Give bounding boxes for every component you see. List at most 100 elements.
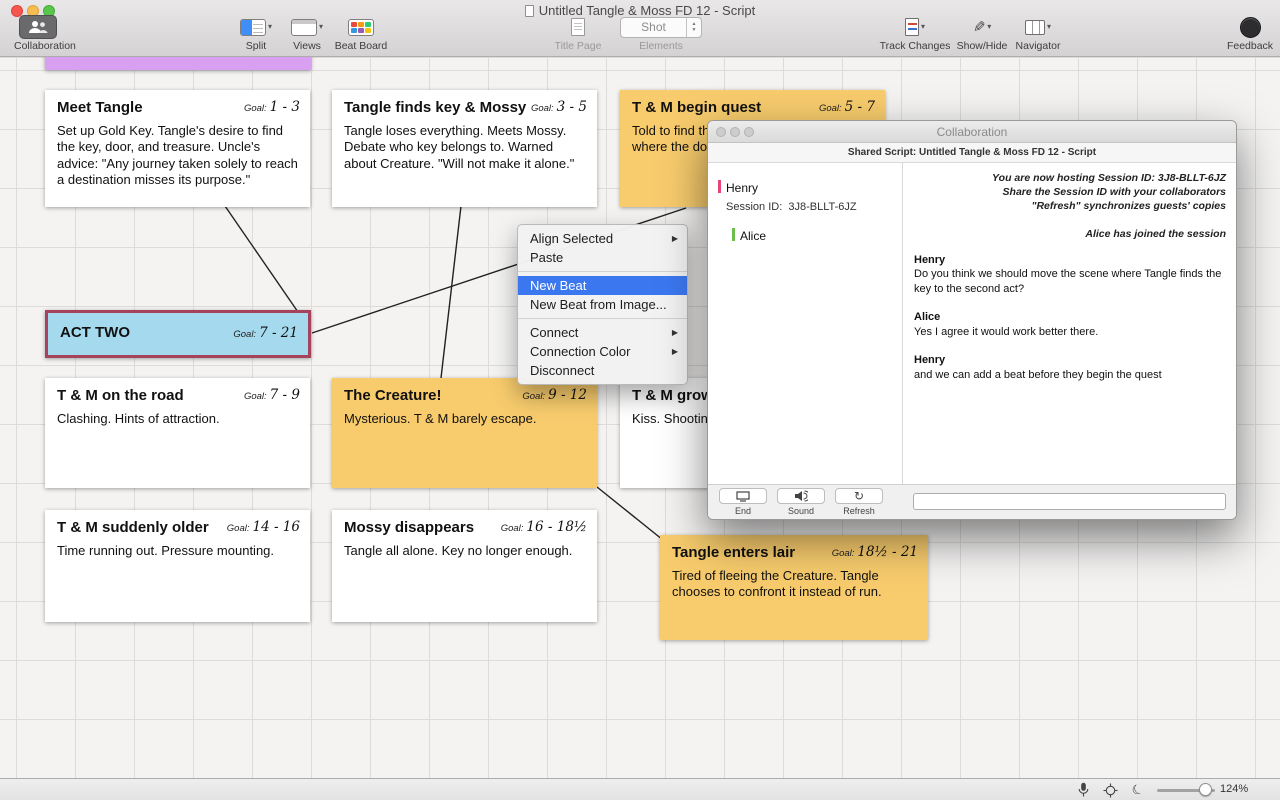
navigator-icon — [1025, 20, 1045, 35]
beat-body: Tangle all alone. Key no longer enough. — [344, 543, 585, 559]
split-view-icon — [240, 19, 266, 36]
collaboration-footer: End Sound ↻ Refresh — [708, 484, 1236, 519]
menu-item-disconnect[interactable]: Disconnect — [518, 361, 687, 380]
zoom-percentage: 124% — [1220, 783, 1248, 795]
menu-item-connect[interactable]: Connect▶ — [518, 323, 687, 342]
feedback-label: Feedback — [1224, 40, 1276, 52]
end-button[interactable]: End — [718, 488, 768, 516]
track-changes-label: Track Changes — [878, 40, 952, 52]
beat-body: Mysterious. T & M barely escape. — [344, 411, 585, 427]
pen-icon: ✎ — [973, 18, 986, 36]
beat-board-icon — [348, 19, 374, 36]
participant-color-bar — [732, 228, 735, 241]
navigator-button[interactable]: ▾ Navigator — [1010, 14, 1066, 54]
chat-input[interactable] — [913, 493, 1226, 510]
document-icon — [525, 5, 534, 17]
views-button[interactable]: ▾ Views — [284, 14, 330, 54]
collaboration-window-title: Collaboration — [708, 121, 1236, 143]
collaboration-window: Collaboration Shared Script: Untitled Ta… — [707, 120, 1237, 520]
close-button[interactable] — [716, 127, 726, 137]
split-button[interactable]: ▾ Split — [230, 14, 282, 54]
menu-separator — [518, 271, 687, 272]
session-id: Session ID: 3J8-BLLT-6JZ — [726, 201, 857, 213]
participants-panel: Henry Session ID: 3J8-BLLT-6JZ Alice — [708, 163, 903, 484]
people-icon — [28, 20, 48, 34]
beat-goal: Goal:3 - 5 — [531, 98, 587, 116]
feedback-button[interactable]: Feedback — [1224, 14, 1276, 54]
shot-value: Shot — [621, 20, 686, 34]
split-label: Split — [230, 40, 282, 52]
beat-goal: Goal:18½ - 21 — [832, 543, 918, 561]
beat-body: Clashing. Hints of attraction. — [57, 411, 298, 427]
participant-henry: Henry — [718, 179, 758, 197]
beat-goal: Goal:14 - 16 — [227, 518, 300, 536]
beat-card-tangle-finds-key[interactable]: Tangle finds key & Mossy Goal:3 - 5 Tang… — [332, 90, 597, 207]
title-page-label: Title Page — [552, 40, 604, 52]
navigator-label: Navigator — [1010, 40, 1066, 52]
beat-card-the-creature[interactable]: The Creature! Goal:9 - 12 Mysterious. T … — [332, 378, 597, 488]
target-crosshair-icon[interactable] — [1101, 781, 1119, 799]
speaker-icon — [794, 490, 808, 502]
participant-name: Henry — [726, 181, 758, 195]
chevron-down-icon: ▾ — [268, 23, 272, 31]
titlebar-toolbar: Untitled Tangle & Moss FD 12 - Script Co… — [0, 0, 1280, 57]
beat-card-mossy-disappears[interactable]: Mossy disappears Goal:16 - 18½ Tangle al… — [332, 510, 597, 622]
beat-card-enters-lair[interactable]: Tangle enters lair Goal:18½ - 21 Tired o… — [660, 535, 928, 640]
show-hide-button[interactable]: ✎▾ Show/Hide — [954, 14, 1010, 54]
track-changes-button[interactable]: ▾ Track Changes — [878, 14, 952, 54]
collaboration-button[interactable]: Collaboration — [14, 14, 62, 54]
status-bar: ☾ 124% — [0, 778, 1280, 800]
title-page-icon — [571, 18, 585, 36]
zoom-slider-knob[interactable] — [1199, 783, 1212, 796]
beat-body: Tangle loses everything. Meets Mossy. De… — [344, 123, 585, 172]
beat-goal: Goal:7 - 9 — [244, 386, 300, 404]
beat-goal: Goal:7 - 21 — [233, 324, 298, 342]
chat-message: Henry Do you think we should move the sc… — [914, 253, 1226, 298]
title-page-button[interactable]: Title Page — [552, 14, 604, 54]
collaboration-titlebar[interactable]: Collaboration — [708, 121, 1236, 143]
menu-item-align-selected[interactable]: Align Selected▶ — [518, 229, 687, 248]
refresh-button[interactable]: ↻ Refresh — [834, 488, 884, 516]
beat-card-meet-tangle[interactable]: Meet Tangle Goal:1 - 3 Set up Gold Key. … — [45, 90, 310, 207]
beat-body: Tired of fleeing the Creature. Tangle ch… — [672, 568, 916, 601]
join-message: Alice has joined the session — [914, 228, 1226, 240]
beat-card-act-two-selected[interactable]: ACT TWO Goal:7 - 21 — [45, 310, 311, 358]
submenu-arrow-icon: ▶ — [672, 342, 678, 361]
beat-card-purple-partial[interactable] — [45, 57, 311, 70]
beat-board-label: Beat Board — [332, 40, 390, 52]
beat-board-button[interactable]: Beat Board — [332, 14, 390, 54]
shared-script-header: Shared Script: Untitled Tangle & Moss FD… — [708, 143, 1236, 163]
minimize-button[interactable] — [730, 127, 740, 137]
chevron-down-icon: ▾ — [987, 23, 991, 31]
chat-panel: You are now hosting Session ID: 3J8-BLLT… — [904, 163, 1236, 484]
participant-alice: Alice — [732, 227, 766, 245]
beat-goal: Goal:16 - 18½ — [501, 518, 587, 536]
menu-item-paste[interactable]: Paste — [518, 248, 687, 267]
menu-item-new-beat[interactable]: New Beat — [518, 276, 687, 295]
views-label: Views — [284, 40, 330, 52]
stepper-icon[interactable]: ▲▼ — [686, 18, 701, 37]
participant-name: Alice — [740, 229, 766, 243]
chat-message: Alice Yes I agree it would work better t… — [914, 310, 1226, 340]
views-icon — [291, 19, 317, 36]
beat-card-on-the-road[interactable]: T & M on the road Goal:7 - 9 Clashing. H… — [45, 378, 310, 488]
menu-item-connection-color[interactable]: Connection Color▶ — [518, 342, 687, 361]
zoom-button[interactable] — [744, 127, 754, 137]
track-changes-icon — [905, 18, 919, 36]
beat-goal: Goal:9 - 12 — [522, 386, 587, 404]
sound-button[interactable]: Sound — [776, 488, 826, 516]
beat-goal: Goal:1 - 3 — [244, 98, 300, 116]
beat-body: Time running out. Pressure mounting. — [57, 543, 298, 559]
collaboration-label: Collaboration — [14, 40, 62, 52]
system-message: You are now hosting Session ID: 3J8-BLLT… — [914, 171, 1226, 214]
night-mode-moon-icon[interactable]: ☾ — [1129, 781, 1147, 799]
beat-card-suddenly-older[interactable]: T & M suddenly older Goal:14 - 16 Time r… — [45, 510, 310, 622]
chevron-down-icon: ▾ — [921, 23, 925, 31]
menu-item-new-beat-from-image[interactable]: New Beat from Image... — [518, 295, 687, 314]
menu-separator — [518, 318, 687, 319]
feedback-icon — [1240, 17, 1261, 38]
submenu-arrow-icon: ▶ — [672, 229, 678, 248]
participant-color-bar — [718, 180, 721, 193]
shot-elements-control[interactable]: Shot ▲▼ Elements — [619, 14, 703, 54]
dictation-microphone-icon[interactable] — [1074, 781, 1092, 799]
